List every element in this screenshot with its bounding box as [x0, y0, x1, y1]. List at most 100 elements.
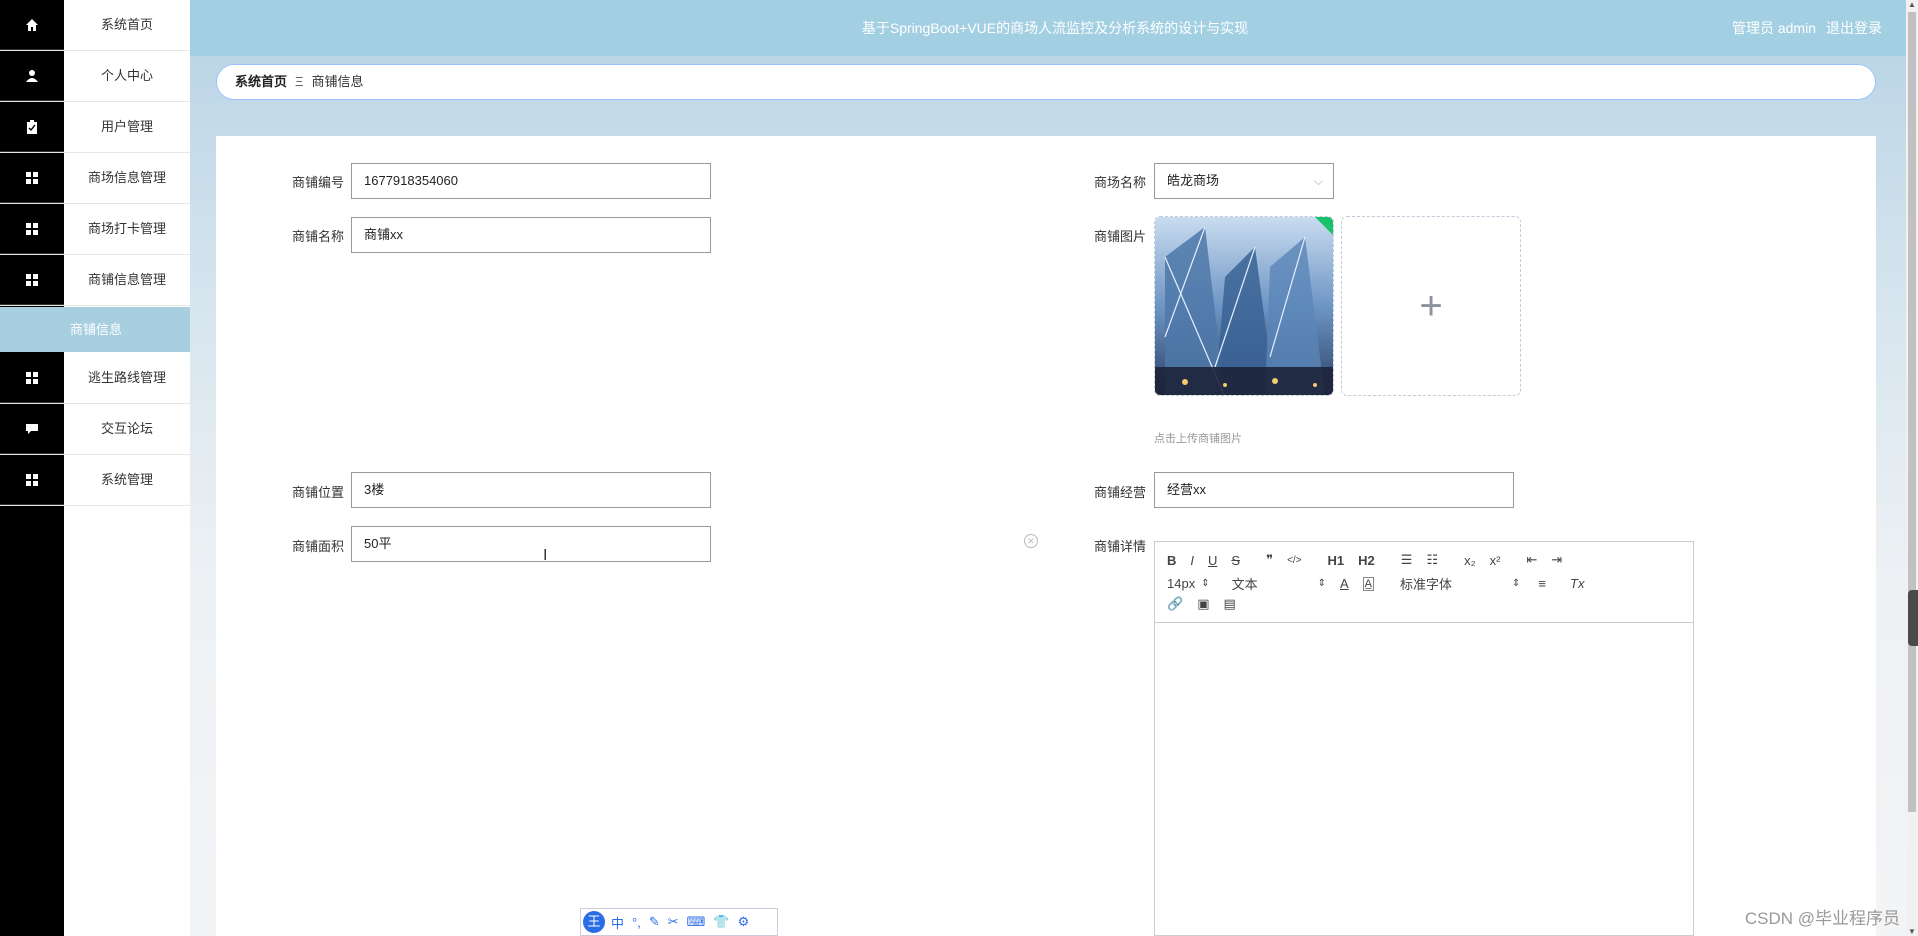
logout-link[interactable]: 退出登录 — [1826, 20, 1882, 36]
sidebar-item-system[interactable]: 系统管理 — [0, 455, 190, 506]
sidebar-item-users[interactable]: 用户管理 — [0, 102, 190, 153]
plus-icon: + — [1419, 283, 1443, 328]
user-icon — [0, 51, 64, 101]
detail-label: 商铺详情 — [1093, 539, 1146, 554]
sidebar-item-label: 系统管理 — [100, 472, 153, 487]
chevron-updown-icon: ⇕ — [1512, 578, 1521, 589]
chevron-updown-icon: ⇕ — [1317, 578, 1326, 589]
ordered-list-button[interactable]: ☰ — [1401, 552, 1413, 568]
shop-name-field[interactable]: 商铺xx — [351, 217, 711, 253]
business-field[interactable]: 经营xx — [1154, 472, 1514, 508]
pen-icon[interactable]: ✎ — [649, 914, 660, 930]
outdent-button[interactable]: ⇤ — [1527, 552, 1538, 568]
sidebar-item-label: 用户管理 — [100, 119, 153, 134]
sidebar-item-label: 个人中心 — [100, 68, 153, 83]
video-button[interactable]: ▤ — [1223, 596, 1235, 612]
blockquote-button[interactable]: ❞ — [1266, 552, 1273, 568]
sidebar-item-label: 商场信息管理 — [87, 170, 166, 185]
ime-chinese-mode[interactable]: 中 — [611, 913, 624, 932]
upload-add-button[interactable]: + — [1341, 216, 1521, 396]
user-label: 管理员 admin — [1731, 20, 1816, 36]
image-button[interactable]: ▣ — [1197, 596, 1209, 612]
superscript-button[interactable]: x² — [1490, 553, 1501, 568]
grid-icon — [0, 353, 64, 403]
breadcrumb: 系统首页 Ξ 商铺信息 — [216, 64, 1876, 100]
chat-icon — [0, 404, 64, 454]
h1-button[interactable]: H1 — [1328, 553, 1345, 568]
shop-image-preview[interactable] — [1154, 216, 1334, 396]
grid-icon — [0, 153, 64, 203]
sidebar-item-profile[interactable]: 个人中心 — [0, 51, 190, 102]
upload-hint: 点击上传商铺图片 — [1154, 433, 1242, 445]
strike-button[interactable]: S — [1231, 553, 1240, 568]
sidebar: 系统首页 个人中心 用户管理 商场信息管理 商场打卡管理 商铺信息管理 商铺信息 — [0, 0, 190, 936]
toolbar-row-2: 14px ⇕ 文本 ⇕ A A̲ 标准字体 ⇕ ≡ Tx — [1167, 574, 1598, 593]
text-cursor-icon: I — [543, 547, 548, 564]
sidebar-item-label: 商场打卡管理 — [87, 221, 166, 236]
scrollbar[interactable]: ▲ ▼ — [1906, 0, 1918, 936]
breadcrumb-home[interactable]: 系统首页 — [235, 74, 287, 89]
top-header: 基于SpringBoot+VUE的商场人流监控及分析系统的设计与实现 管理员 a… — [190, 0, 1918, 56]
font-size-select[interactable]: 14px — [1167, 576, 1195, 591]
bullet-list-button[interactable]: ☷ — [1426, 552, 1438, 568]
rich-text-editor[interactable]: B I U S ❞ </> H1 H2 ☰ ☷ x₂ x² ⇤ ⇥ 14px ⇕… — [1154, 541, 1694, 936]
bold-button[interactable]: B — [1167, 553, 1176, 568]
gear-icon[interactable]: ⚙ — [738, 914, 750, 930]
mall-name-select[interactable]: 皓龙商场 ⌵ — [1154, 163, 1334, 199]
sidebar-item-checkin[interactable]: 商场打卡管理 — [0, 204, 190, 255]
align-button[interactable]: ≡ — [1538, 576, 1546, 591]
sidebar-item-label: 逃生路线管理 — [87, 370, 166, 385]
keyboard-icon[interactable]: ⌨ — [687, 914, 706, 930]
sidebar-item-mall-info[interactable]: 商场信息管理 — [0, 153, 190, 204]
editor-toolbar: B I U S ❞ </> H1 H2 ☰ ☷ x₂ x² ⇤ ⇥ 14px ⇕… — [1155, 542, 1693, 623]
sidebar-item-forum[interactable]: 交互论坛 — [0, 404, 190, 455]
grid-icon — [0, 255, 64, 305]
scrollbar-thumb[interactable] — [1908, 12, 1916, 812]
area-label: 商铺面积 — [291, 539, 344, 554]
code-button[interactable]: </> — [1287, 555, 1301, 566]
subscript-button[interactable]: x₂ — [1464, 553, 1476, 568]
sidebar-item-shop-info[interactable]: 商铺信息管理 — [0, 255, 190, 306]
ime-punctuation[interactable]: °, — [632, 915, 641, 930]
shop-image-label: 商铺图片 — [1093, 229, 1146, 244]
shop-no-field[interactable]: 1677918354060 — [351, 163, 711, 199]
scroll-down-icon[interactable]: ▼ — [1906, 927, 1918, 936]
grid-icon — [0, 204, 64, 254]
underline-button[interactable]: U — [1208, 553, 1217, 568]
text-type-select[interactable]: 文本 — [1232, 574, 1258, 593]
clipboard-icon — [0, 102, 64, 152]
sidebar-item-home[interactable]: 系统首页 — [0, 0, 190, 51]
location-field[interactable]: 3楼 — [351, 472, 711, 508]
breadcrumb-separator: Ξ — [295, 74, 304, 89]
skin-icon[interactable]: 👕 — [713, 914, 729, 930]
ime-logo[interactable]: 王 — [583, 911, 605, 933]
h2-button[interactable]: H2 — [1358, 553, 1375, 568]
scissors-icon[interactable]: ✂ — [668, 914, 679, 930]
font-family-select[interactable]: 标准字体 — [1400, 574, 1452, 593]
sidebar-item-label: 商铺信息管理 — [87, 272, 166, 287]
background-color-button[interactable]: A̲ — [1362, 576, 1375, 591]
indent-button[interactable]: ⇥ — [1551, 552, 1562, 568]
sidebar-item-label: 交互论坛 — [100, 421, 153, 436]
sidebar-item-escape-routes[interactable]: 逃生路线管理 — [0, 353, 190, 404]
side-tab[interactable] — [1908, 590, 1918, 646]
sidebar-item-label: 系统首页 — [100, 17, 153, 32]
user-area: 管理员 admin 退出登录 — [1722, 0, 1882, 56]
sidebar-subitem-shop-info[interactable]: 商铺信息 — [0, 307, 190, 352]
area-field[interactable]: 50平 — [351, 526, 711, 562]
clear-format-button[interactable]: Tx — [1570, 576, 1584, 591]
italic-button[interactable]: I — [1190, 553, 1194, 568]
ime-toolbar: 王 中 °, ✎ ✂ ⌨ 👕 ⚙ — [580, 908, 778, 936]
toolbar-row-1: B I U S ❞ </> H1 H2 ☰ ☷ x₂ x² ⇤ ⇥ — [1167, 552, 1576, 568]
clear-icon[interactable]: ✕ — [1024, 534, 1038, 548]
chevron-updown-icon: ⇕ — [1201, 578, 1210, 589]
font-color-button[interactable]: A — [1340, 576, 1349, 591]
grid-icon — [0, 455, 64, 505]
location-label: 商铺位置 — [291, 485, 344, 500]
mall-name-value: 皓龙商场 — [1167, 173, 1220, 188]
breadcrumb-current: 商铺信息 — [311, 74, 364, 89]
mall-name-label: 商场名称 — [1093, 175, 1146, 190]
scroll-up-icon[interactable]: ▲ — [1906, 0, 1918, 9]
link-button[interactable]: 🔗 — [1167, 596, 1183, 612]
chevron-down-icon: ⌵ — [1313, 174, 1323, 188]
